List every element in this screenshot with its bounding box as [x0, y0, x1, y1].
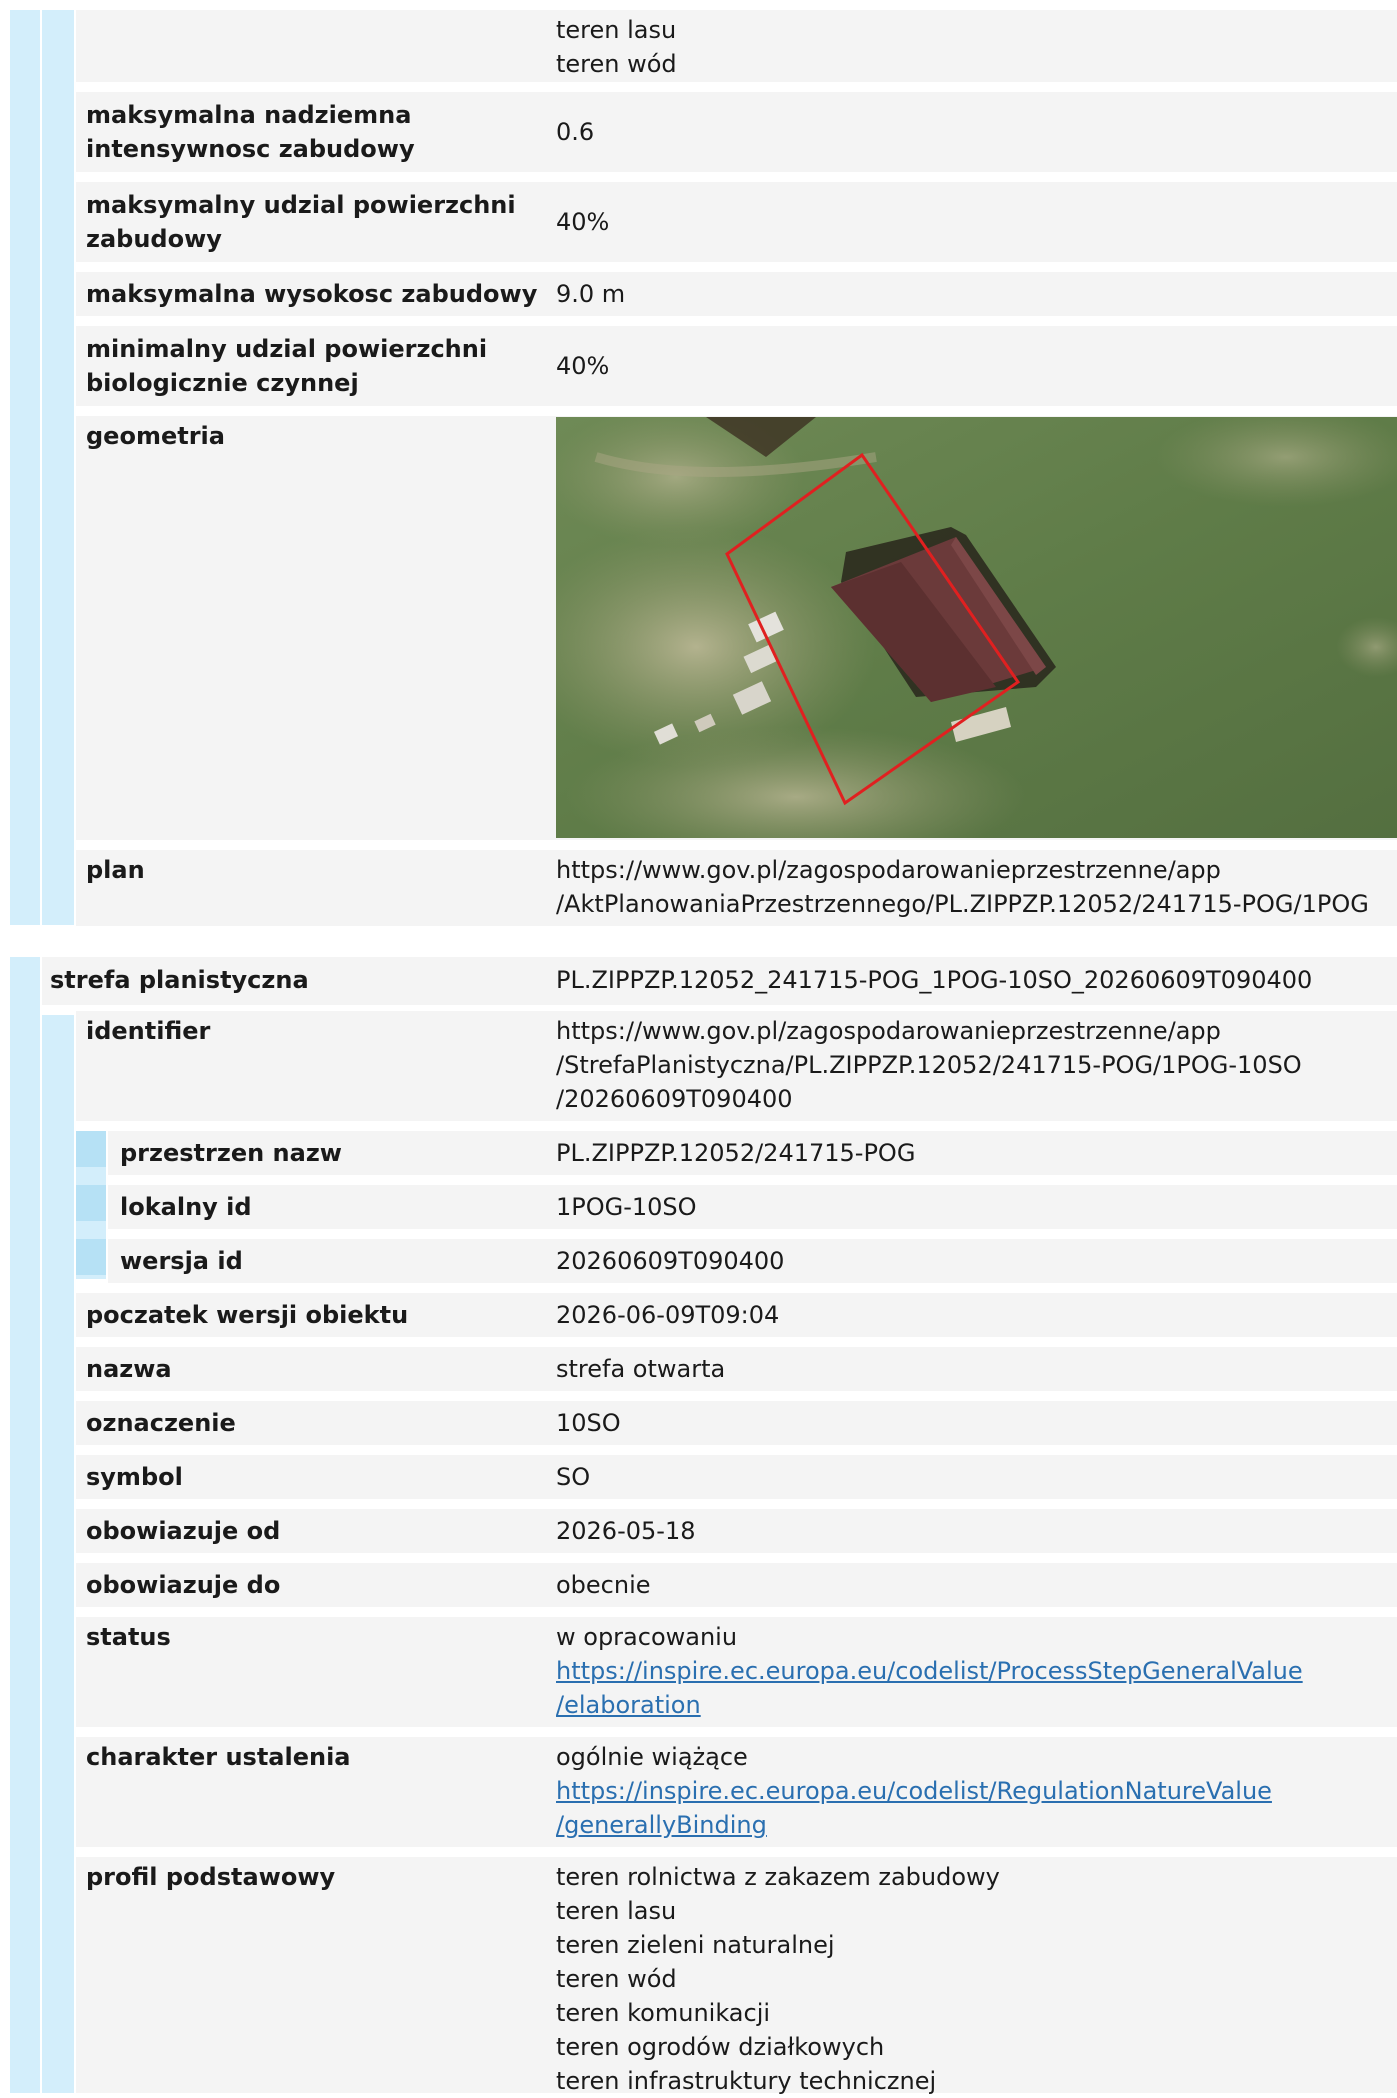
- property-label: symbol: [86, 1463, 183, 1491]
- profil-row: profil podstawowy teren rolnictwa z zaka…: [76, 1857, 1397, 2095]
- plan-row: plan https://www.gov.pl/zagospodarowanie…: [76, 850, 1397, 926]
- status-value: w opracowaniu https://inspire.ec.europa.…: [556, 1620, 1303, 1722]
- subrow-value: 1POG-10SO: [556, 1193, 697, 1221]
- property-value: obecnie: [556, 1571, 651, 1599]
- identifier-value: https://www.gov.pl/zagospodarowanieprzes…: [556, 1017, 1302, 1113]
- charakter-row: charakter ustalenia ogólnie wiążące http…: [76, 1737, 1397, 1847]
- subrow-label: wersja id: [120, 1247, 243, 1275]
- identifier-label: identifier: [86, 1017, 211, 1045]
- plan-value: https://www.gov.pl/zagospodarowanieprzes…: [556, 856, 1369, 918]
- property-value: 40%: [556, 208, 610, 236]
- property-value: 9.0 m: [556, 280, 626, 308]
- property-label: maksymalny udzial powierzchni zabudowy: [86, 191, 516, 253]
- charakter-label: charakter ustalenia: [86, 1743, 351, 1771]
- property-row: nazwa strefa otwarta: [76, 1347, 1397, 1391]
- property-label: maksymalna wysokosc zabudowy: [86, 280, 538, 308]
- property-row: oznaczenie 10SO: [76, 1401, 1397, 1445]
- property-value: SO: [556, 1463, 591, 1491]
- strefa-header-label: strefa planistyczna: [50, 966, 309, 994]
- status-codelist-link[interactable]: https://inspire.ec.europa.eu/codelist/Pr…: [556, 1654, 1303, 1722]
- property-value: 2026-05-18: [556, 1517, 696, 1545]
- nesting-bar-level3-tab: [76, 1131, 106, 1167]
- subrow-value: 20260609T090400: [556, 1247, 785, 1275]
- property-value: 10SO: [556, 1409, 621, 1437]
- property-value: 0.6: [556, 118, 595, 146]
- nesting-bar-outer-top: [10, 957, 40, 1015]
- nesting-bar-inner: [42, 10, 74, 925]
- property-label: maksymalna nadziemna intensywnosc zabudo…: [86, 101, 415, 163]
- property-row: maksymalny udzial powierzchni zabudowy 4…: [76, 182, 1397, 262]
- nesting-bar-inner: [42, 1015, 74, 2093]
- status-row: status w opracowaniu https://inspire.ec.…: [76, 1617, 1397, 1727]
- property-value: 40%: [556, 352, 610, 380]
- property-row: maksymalna nadziemna intensywnosc zabudo…: [76, 92, 1397, 172]
- subrow-value: PL.ZIPPZP.12052/241715-POG: [556, 1139, 916, 1167]
- property-value: 2026-06-09T09:04: [556, 1301, 780, 1329]
- profil-label: profil podstawowy: [86, 1863, 336, 1891]
- identifier-subrow: wersja id 20260609T090400: [108, 1239, 1397, 1283]
- property-label: oznaczenie: [86, 1409, 236, 1437]
- subrow-label: przestrzen nazw: [120, 1139, 342, 1167]
- strefa-header-row: strefa planistyczna PL.ZIPPZP.12052_2417…: [42, 957, 1397, 1005]
- profil-values: teren rolnictwa z zakazem zabudowy teren…: [556, 1863, 1000, 2095]
- aerial-map: [556, 417, 1397, 838]
- charakter-value: ogólnie wiążące https://inspire.ec.europ…: [556, 1740, 1272, 1842]
- profile-values-row: teren lasu teren wód: [76, 10, 1397, 82]
- nesting-bar-level3-tab: [76, 1239, 106, 1275]
- property-row: symbol SO: [76, 1455, 1397, 1499]
- property-label: obowiazuje od: [86, 1517, 281, 1545]
- nesting-bar-level3-tab: [76, 1185, 106, 1221]
- strefa-header-value: PL.ZIPPZP.12052_241715-POG_1POG-10SO_202…: [556, 966, 1313, 994]
- property-row: maksymalna wysokosc zabudowy 9.0 m: [76, 272, 1397, 316]
- property-label: nazwa: [86, 1355, 172, 1383]
- nesting-bar-outer: [10, 10, 40, 925]
- identifier-row: identifier https://www.gov.pl/zagospodar…: [76, 1011, 1397, 1121]
- property-value: strefa otwarta: [556, 1355, 726, 1383]
- property-label: obowiazuje do: [86, 1571, 281, 1599]
- nesting-bar-outer: [10, 1015, 40, 2093]
- identifier-subrow: przestrzen nazw PL.ZIPPZP.12052/241715-P…: [108, 1131, 1397, 1175]
- plan-label: plan: [86, 856, 145, 884]
- property-row: obowiazuje od 2026-05-18: [76, 1509, 1397, 1553]
- property-row: obowiazuje do obecnie: [76, 1563, 1397, 1607]
- property-label: minimalny udzial powierzchni biologiczni…: [86, 335, 488, 397]
- subrow-label: lokalny id: [120, 1193, 252, 1221]
- identifier-subrow: lokalny id 1POG-10SO: [108, 1185, 1397, 1229]
- charakter-codelist-link[interactable]: https://inspire.ec.europa.eu/codelist/Re…: [556, 1774, 1272, 1842]
- property-label: poczatek wersji obiektu: [86, 1301, 409, 1329]
- property-row: minimalny udzial powierzchni biologiczni…: [76, 326, 1397, 406]
- property-row: poczatek wersji obiektu 2026-06-09T09:04: [76, 1293, 1397, 1337]
- profile-values: teren lasu teren wód: [556, 16, 677, 78]
- status-label: status: [86, 1623, 171, 1651]
- geometria-label: geometria: [86, 422, 225, 450]
- geometry-map-image[interactable]: [556, 417, 1397, 838]
